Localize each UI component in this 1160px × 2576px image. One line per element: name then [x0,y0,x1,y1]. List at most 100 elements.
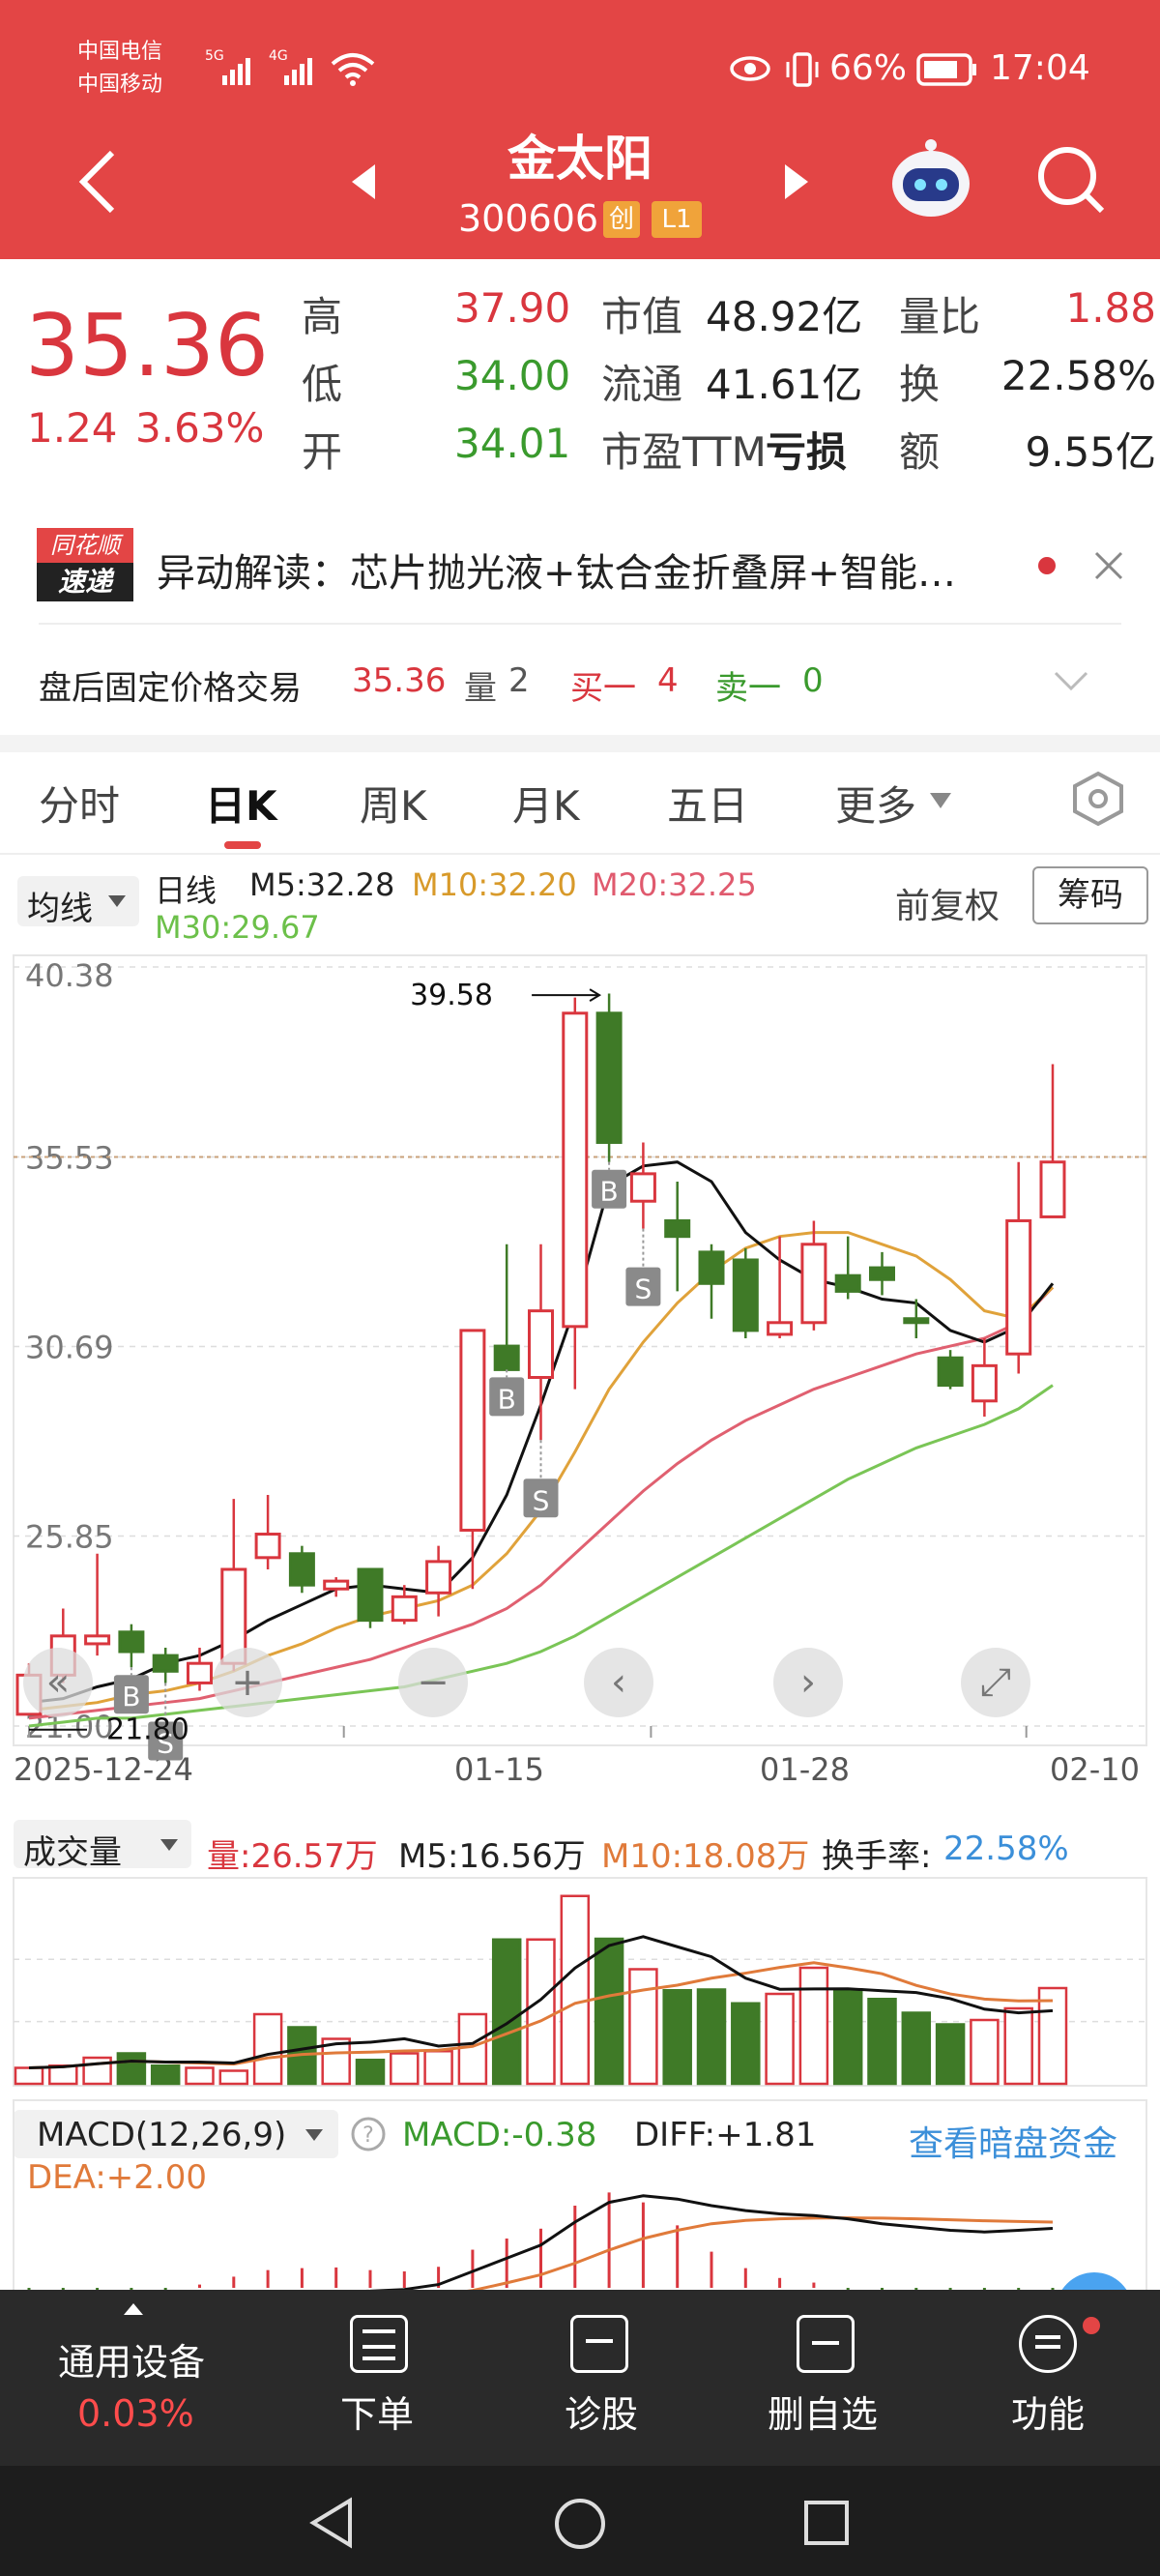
volume-value: 2 [508,661,530,700]
nav-home-icon[interactable] [553,2497,607,2551]
stock-name: 金太阳 [508,131,652,187]
volume-bar [798,1966,829,2086]
carrier-1: 中国电信 [77,40,163,64]
close-icon[interactable] [1092,549,1125,582]
signal-label: B [122,1681,140,1712]
candle [869,1266,895,1281]
zoom-out-button[interactable]: − [398,1648,468,1717]
search-icon[interactable] [1034,143,1108,217]
volume-bar [594,1937,624,2086]
volume-m10-label: M10:18.08万 [601,1837,810,1876]
ma20-label: M20:32.25 [592,866,757,903]
candle [187,1661,213,1684]
price-change-pct: 3.63% [135,404,265,452]
scroll-start-button[interactable]: « [23,1648,93,1717]
volume-bar [491,1938,522,2086]
quote-value: 1.88 [1065,284,1156,332]
candle [937,1356,964,1388]
ths-express-logo: 同花顺 速递 [37,528,133,605]
fullscreen-button[interactable]: ⤢ [961,1648,1030,1717]
candle [732,1258,759,1332]
volume-bar [765,1992,795,2086]
candle [971,1363,998,1403]
back-icon[interactable] [73,145,122,219]
macd-chart[interactable] [0,2098,1160,2290]
candle [288,1552,315,1587]
volume-bar [935,2023,966,2086]
volume-bar [696,1988,727,2086]
signal-label: B [498,1383,516,1415]
ask-label: 卖一 [715,669,781,708]
logo-bottom: 速递 [37,563,133,601]
sector-name[interactable]: 通用设备 [58,2332,205,2386]
clock: 17:04 [990,48,1090,88]
volume-m5-label: M5:16.56万 [398,1837,586,1876]
ask-value: 0 [802,661,824,700]
tab-more[interactable]: 更多 [835,774,916,833]
candle [528,1309,554,1379]
volume-bar [1037,1986,1068,2086]
candle [629,1172,656,1203]
sector-change: 0.03% [77,2392,194,2435]
news-text[interactable]: 异动解读：芯片抛光液+钛合金折叠屏+智能… [157,542,1027,598]
robot-assistant-icon[interactable] [887,135,974,222]
tab-daily-k[interactable]: 日K [205,774,277,833]
volume-bar [14,2066,44,2086]
system-nav-bar [0,2466,1160,2576]
settings-icon[interactable] [1071,770,1125,828]
volume-bar [457,2012,488,2086]
volume-bar [970,2018,1000,2086]
turnover-label: 换手率: [822,1837,932,1876]
diagnose-button[interactable]: 诊股 [565,2385,638,2438]
after-hours-label: 盘后固定价格交易 [39,669,302,708]
prev-stock-icon[interactable] [348,162,377,201]
tab-weekly-k[interactable]: 周K [360,774,427,833]
quote-label: 市值 [601,293,683,340]
volume-bar [355,2059,386,2086]
volume-bar [832,1988,863,2086]
chevron-down-icon[interactable] [1052,667,1090,694]
volume-bar [867,1998,897,2086]
order-button[interactable]: 下单 [340,2385,414,2438]
ma-selector[interactable]: 均线 [17,876,139,928]
volume-selector[interactable]: 成交量 [14,1820,191,1872]
zoom-in-button[interactable]: + [213,1648,282,1717]
quote-label: 额 [899,428,941,476]
quote-value: 48.92亿 [706,293,863,340]
candle [84,1634,111,1646]
nav-recents-icon[interactable] [802,2499,851,2547]
tab-monthly-k[interactable]: 月K [512,774,580,833]
scroll-left-button[interactable]: ‹ [584,1648,653,1717]
candle [391,1595,418,1623]
next-stock-icon[interactable] [783,162,812,201]
scroll-right-button[interactable]: › [773,1648,843,1717]
volume-bar [731,2002,761,2086]
adjust-mode[interactable]: 前复权 [895,878,1000,928]
tab-five-day[interactable]: 五日 [667,774,748,833]
chip-button[interactable]: 筹码 [1032,866,1148,924]
functions-button[interactable]: 功能 [1011,2385,1085,2438]
candle [323,1579,350,1591]
remove-watchlist-button[interactable]: 删自选 [768,2385,878,2438]
caret-down-icon [160,1839,178,1851]
x-tick-label: 02-10 [1050,1751,1140,1788]
turnover-value: 22.58% [943,1830,1069,1868]
price-change: 1.24 [27,404,118,452]
section-gap [0,735,1160,752]
nav-back-icon[interactable] [307,2497,356,2549]
quote-label: 市盈TTM [601,428,767,476]
candle [767,1321,794,1336]
level-badge: L1 [652,201,702,238]
quote-label: 高 [302,293,343,340]
volume-bar [252,2012,283,2086]
volume-bar [150,2064,181,2086]
volume-bar [185,2066,215,2086]
volume-chart[interactable] [0,1876,1160,2098]
candle [152,1654,179,1673]
quote-label: 换 [899,361,941,408]
ma5-label: M5:32.28 [249,866,395,903]
high-marker-label: 39.58 [410,979,493,1012]
tab-fenshi[interactable]: 分时 [39,774,120,833]
divider [39,623,1121,625]
bid-value: 4 [657,661,679,700]
